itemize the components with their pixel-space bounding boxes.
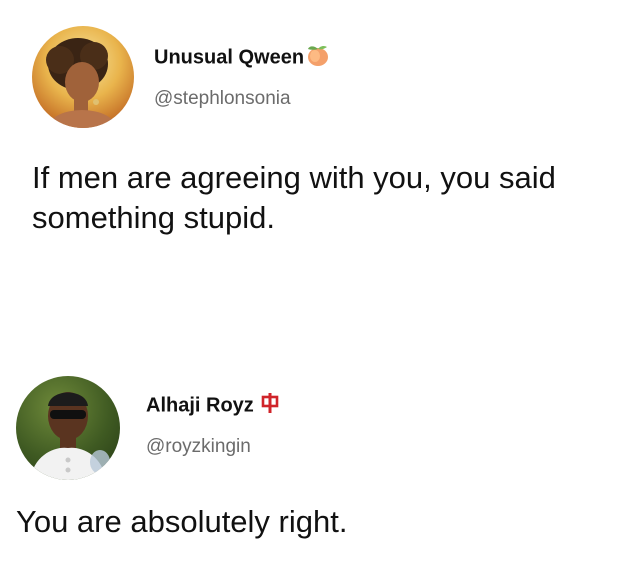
avatar-photo-icon <box>46 38 116 128</box>
display-name[interactable]: Alhaji Royz <box>146 392 279 420</box>
peach-emoji-icon <box>306 44 330 72</box>
display-name-text: Unusual Qween <box>154 46 305 69</box>
user-handle[interactable]: @royzkingin <box>146 436 251 458</box>
tweet-card: Unusual Qween @stephlonsonia If men are … <box>0 0 640 300</box>
user-handle[interactable]: @stephlonsonia <box>154 88 291 110</box>
display-name[interactable]: Unusual Qween <box>154 44 330 72</box>
avatar-photo-icon <box>30 392 110 480</box>
mahjong-red-dragon-icon <box>261 392 279 420</box>
display-name-text: Alhaji Royz <box>146 394 254 417</box>
tweet-text: You are absolutely right. <box>16 504 348 539</box>
tweet-card: Alhaji Royz @royzkingin You are absolute… <box>0 360 640 572</box>
avatar[interactable] <box>16 376 120 480</box>
avatar[interactable] <box>32 26 134 128</box>
tweet-text: If men are agreeing with you, you said s… <box>32 160 556 235</box>
